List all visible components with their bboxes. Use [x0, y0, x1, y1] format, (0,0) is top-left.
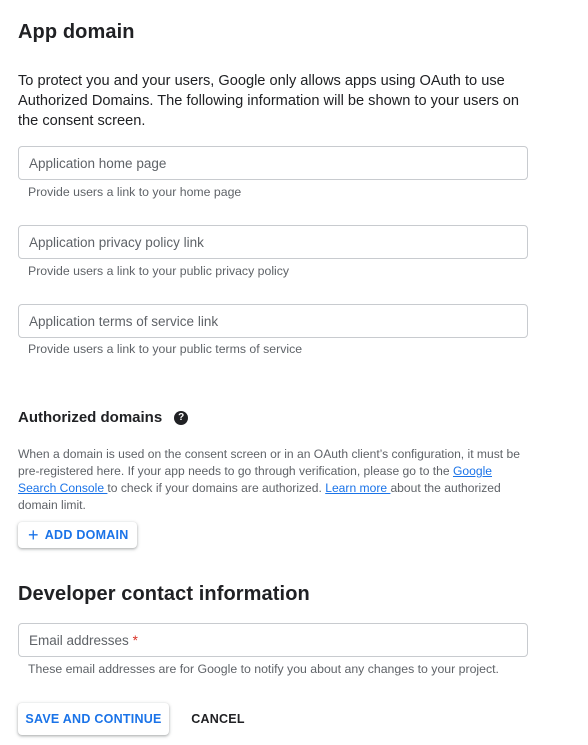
privacy-policy-hint: Provide users a link to your public priv… — [28, 264, 290, 278]
home-page-hint: Provide users a link to your home page — [28, 185, 242, 199]
add-domain-label: ADD DOMAIN — [44, 528, 129, 542]
email-addresses-hint: These email addresses are for Google to … — [28, 662, 499, 676]
help-circle-icon[interactable]: ? — [174, 410, 189, 425]
cancel-button[interactable]: CANCEL — [186, 703, 250, 735]
save-and-continue-button[interactable]: SAVE AND CONTINUE — [18, 703, 169, 735]
authorized-domains-label: Authorized domains — [18, 409, 163, 426]
terms-of-service-placeholder: Application terms of service link — [29, 314, 219, 329]
home-page-placeholder: Application home page — [29, 156, 167, 171]
authorized-domains-title: Authorized domains ? — [18, 409, 189, 426]
email-placeholder-text: Email addresses — [29, 633, 129, 648]
email-addresses-placeholder: Email addresses * — [29, 633, 138, 648]
terms-of-service-hint: Provide users a link to your public term… — [28, 342, 303, 356]
domains-text-part1: When a domain is used on the consent scr… — [18, 447, 520, 478]
terms-of-service-field[interactable]: Application terms of service link — [18, 304, 528, 338]
email-addresses-field[interactable]: Email addresses * — [18, 623, 528, 657]
required-marker: * — [132, 633, 138, 648]
app-domain-intro: To protect you and your users, Google on… — [18, 73, 520, 129]
authorized-domains-description: When a domain is used on the consent scr… — [18, 446, 533, 514]
learn-more-link[interactable]: Learn more — [325, 481, 390, 495]
privacy-policy-field[interactable]: Application privacy policy link — [18, 225, 528, 259]
home-page-field[interactable]: Application home page — [18, 146, 528, 180]
add-domain-button[interactable]: + ADD DOMAIN — [18, 522, 137, 548]
app-domain-title: App domain — [18, 21, 135, 43]
domains-text-part2: to check if your domains are authorized. — [107, 481, 326, 495]
privacy-policy-placeholder: Application privacy policy link — [29, 235, 204, 250]
plus-icon: + — [28, 525, 39, 545]
developer-contact-title: Developer contact information — [18, 583, 310, 605]
